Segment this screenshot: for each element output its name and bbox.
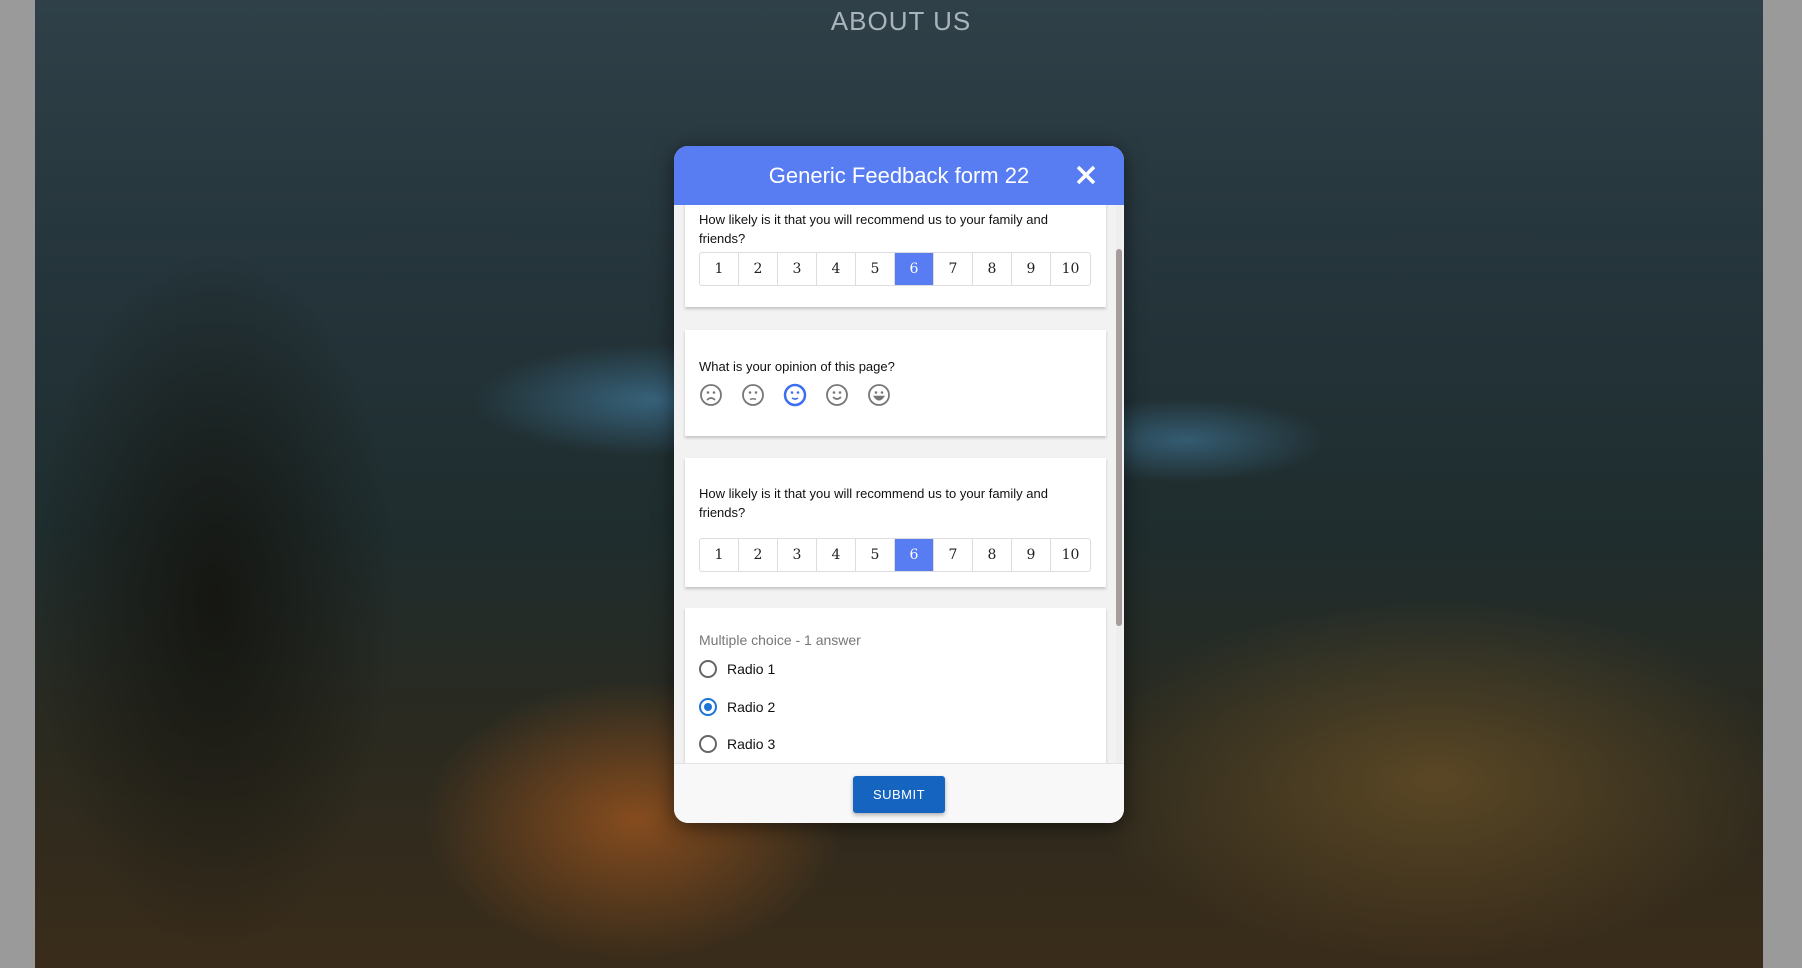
radio-option[interactable]: Radio 2: [699, 697, 776, 716]
rating-option-6[interactable]: 6: [895, 253, 934, 285]
happy-face-icon[interactable]: [825, 383, 849, 407]
question-text: How likely is it that you will recommend…: [699, 486, 1048, 520]
rating-option-7[interactable]: 7: [934, 539, 973, 571]
page-heading: ABOUT US: [830, 6, 972, 36]
rating-option-8[interactable]: 8: [973, 539, 1012, 571]
rating-option-2[interactable]: 2: [739, 253, 778, 285]
rating-scale-3: 1 2 3 4 5 6 7 8 9 10: [699, 538, 1091, 572]
very-sad-face-icon[interactable]: [699, 383, 723, 407]
close-icon[interactable]: [1074, 163, 1098, 187]
feedback-modal: Generic Feedback form 22 How likely is i…: [674, 146, 1124, 823]
rating-option-1[interactable]: 1: [700, 539, 739, 571]
radio-option[interactable]: Radio 1: [699, 660, 775, 678]
rating-option-8[interactable]: 8: [973, 253, 1012, 285]
radio-label: Radio 1: [727, 661, 776, 677]
radio-label: Radio 3: [727, 736, 776, 752]
radio-button[interactable]: [699, 697, 717, 716]
rating-option-2[interactable]: 2: [739, 539, 778, 571]
rating-scale-1: 1 2 3 4 5 6 7 8 9 10: [699, 252, 1091, 286]
question-text: How likely is it that you will recommend…: [699, 212, 1048, 246]
question-card-1: How likely is it that you will recommend…: [685, 205, 1106, 307]
modal-title: Generic Feedback form 22: [768, 163, 1030, 188]
radio-option[interactable]: Radio 3: [699, 735, 775, 753]
modal-footer: SUBMIT: [674, 763, 1124, 823]
submit-button[interactable]: SUBMIT: [853, 776, 945, 813]
radio-label: Radio 2: [727, 698, 776, 715]
very-happy-face-icon[interactable]: [867, 383, 891, 407]
face-rating: [699, 383, 891, 407]
radio-button[interactable]: [699, 735, 717, 753]
question-card-2: What is your opinion of this page?: [685, 330, 1106, 436]
question-label: Multiple choice - 1 answer: [699, 632, 861, 648]
scrollbar-thumb[interactable]: [1116, 249, 1122, 626]
rating-option-5[interactable]: 5: [856, 253, 895, 285]
rating-option-1[interactable]: 1: [700, 253, 739, 285]
question-text: What is your opinion of this page?: [699, 359, 895, 374]
rating-option-6[interactable]: 6: [895, 539, 934, 571]
rating-option-9[interactable]: 9: [1012, 253, 1051, 285]
rating-option-5[interactable]: 5: [856, 539, 895, 571]
question-card-3: How likely is it that you will recommend…: [685, 458, 1106, 587]
rating-option-10[interactable]: 10: [1051, 539, 1090, 571]
rating-option-7[interactable]: 7: [934, 253, 973, 285]
modal-header: Generic Feedback form 22: [674, 146, 1124, 205]
rating-option-3[interactable]: 3: [778, 253, 817, 285]
rating-option-10[interactable]: 10: [1051, 253, 1090, 285]
neutral-face-icon[interactable]: [783, 383, 807, 407]
rating-option-9[interactable]: 9: [1012, 539, 1051, 571]
rating-option-3[interactable]: 3: [778, 539, 817, 571]
question-card-4: Multiple choice - 1 answer Radio 1 Radio …: [685, 608, 1106, 763]
sad-face-icon[interactable]: [741, 383, 765, 407]
rating-option-4[interactable]: 4: [817, 253, 856, 285]
modal-body: How likely is it that you will recommend…: [674, 205, 1124, 763]
rating-option-4[interactable]: 4: [817, 539, 856, 571]
radio-button[interactable]: [699, 660, 717, 678]
